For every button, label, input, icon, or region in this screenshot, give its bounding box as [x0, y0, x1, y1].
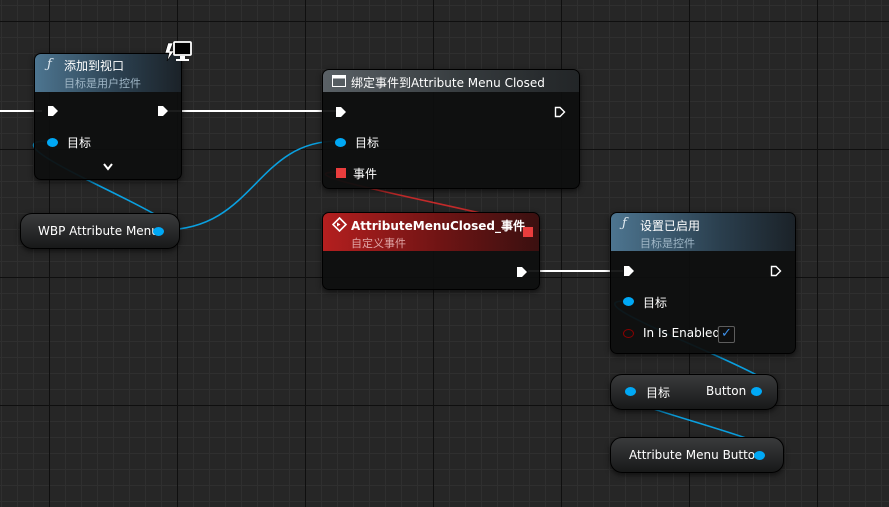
- bool-input-pin[interactable]: [623, 329, 634, 338]
- node-get-button[interactable]: 目标 Button: [610, 374, 778, 410]
- node-title: 绑定事件到Attribute Menu Closed: [351, 76, 545, 90]
- exec-out-pin[interactable]: [157, 105, 169, 117]
- delegate-node-icon: [332, 75, 346, 87]
- event-diamond-icon: [332, 217, 347, 232]
- delegate-output-pin[interactable]: [523, 227, 533, 237]
- target-pin-label: 目标: [643, 296, 668, 310]
- variable-label: WBP Attribute Menu: [38, 224, 159, 238]
- in-is-enabled-checkbox[interactable]: ✓: [718, 326, 735, 343]
- in-is-enabled-label: In Is Enabled: [643, 326, 721, 340]
- variable-label: Attribute Menu Button: [629, 448, 763, 462]
- node-header: [611, 213, 795, 251]
- node-bind-event[interactable]: 绑定事件到Attribute Menu Closed 目标 事件: [322, 69, 580, 189]
- button-output-label: Button: [706, 384, 747, 398]
- exec-out-pin[interactable]: [516, 266, 528, 278]
- object-output-pin[interactable]: [754, 451, 765, 460]
- exec-out-pin[interactable]: [554, 106, 566, 118]
- node-title: 添加到视口: [64, 59, 125, 73]
- event-delegate-pin[interactable]: [336, 168, 346, 178]
- target-pin-label: 目标: [646, 386, 671, 400]
- exec-out-pin[interactable]: [770, 265, 782, 277]
- exec-in-pin[interactable]: [623, 265, 635, 277]
- event-pin-label: 事件: [353, 167, 378, 181]
- node-custom-event[interactable]: AttributeMenuClosed_事件 自定义事件: [322, 212, 540, 290]
- node-set-is-enabled[interactable]: ƒ 设置已启用 目标是控件 目标 In Is Enabled ✓: [610, 212, 796, 354]
- checkmark-icon: ✓: [721, 326, 732, 341]
- target-input-pin[interactable]: [47, 138, 58, 147]
- chevron-down-icon[interactable]: [103, 163, 113, 171]
- target-input-pin[interactable]: [625, 387, 636, 396]
- blueprint-graph-canvas[interactable]: ƒ 添加到视口 目标是用户控件 目标 绑定事件到Attribute Menu C…: [0, 0, 889, 507]
- node-wbp-attribute-menu[interactable]: WBP Attribute Menu: [20, 213, 180, 249]
- object-output-pin[interactable]: [153, 227, 164, 236]
- node-subtitle: 目标是控件: [640, 237, 695, 250]
- target-pin-label: 目标: [67, 136, 92, 150]
- object-wire-menu-to-bind-target: [162, 140, 339, 231]
- function-icon: ƒ: [622, 216, 627, 231]
- function-icon: ƒ: [47, 57, 52, 72]
- node-subtitle: 目标是用户控件: [64, 77, 141, 90]
- target-input-pin[interactable]: [623, 297, 634, 306]
- node-subtitle: 自定义事件: [351, 237, 406, 250]
- node-attribute-menu-button[interactable]: Attribute Menu Button: [610, 437, 784, 473]
- node-add-to-viewport[interactable]: ƒ 添加到视口 目标是用户控件 目标: [34, 53, 182, 180]
- node-title: AttributeMenuClosed_事件: [351, 219, 526, 233]
- target-pin-label: 目标: [355, 136, 380, 150]
- exec-in-pin[interactable]: [47, 105, 59, 117]
- target-input-pin[interactable]: [335, 138, 346, 147]
- client-only-icon: [164, 41, 192, 62]
- exec-in-pin[interactable]: [335, 106, 347, 118]
- button-output-pin[interactable]: [751, 387, 762, 396]
- node-title: 设置已启用: [640, 219, 701, 233]
